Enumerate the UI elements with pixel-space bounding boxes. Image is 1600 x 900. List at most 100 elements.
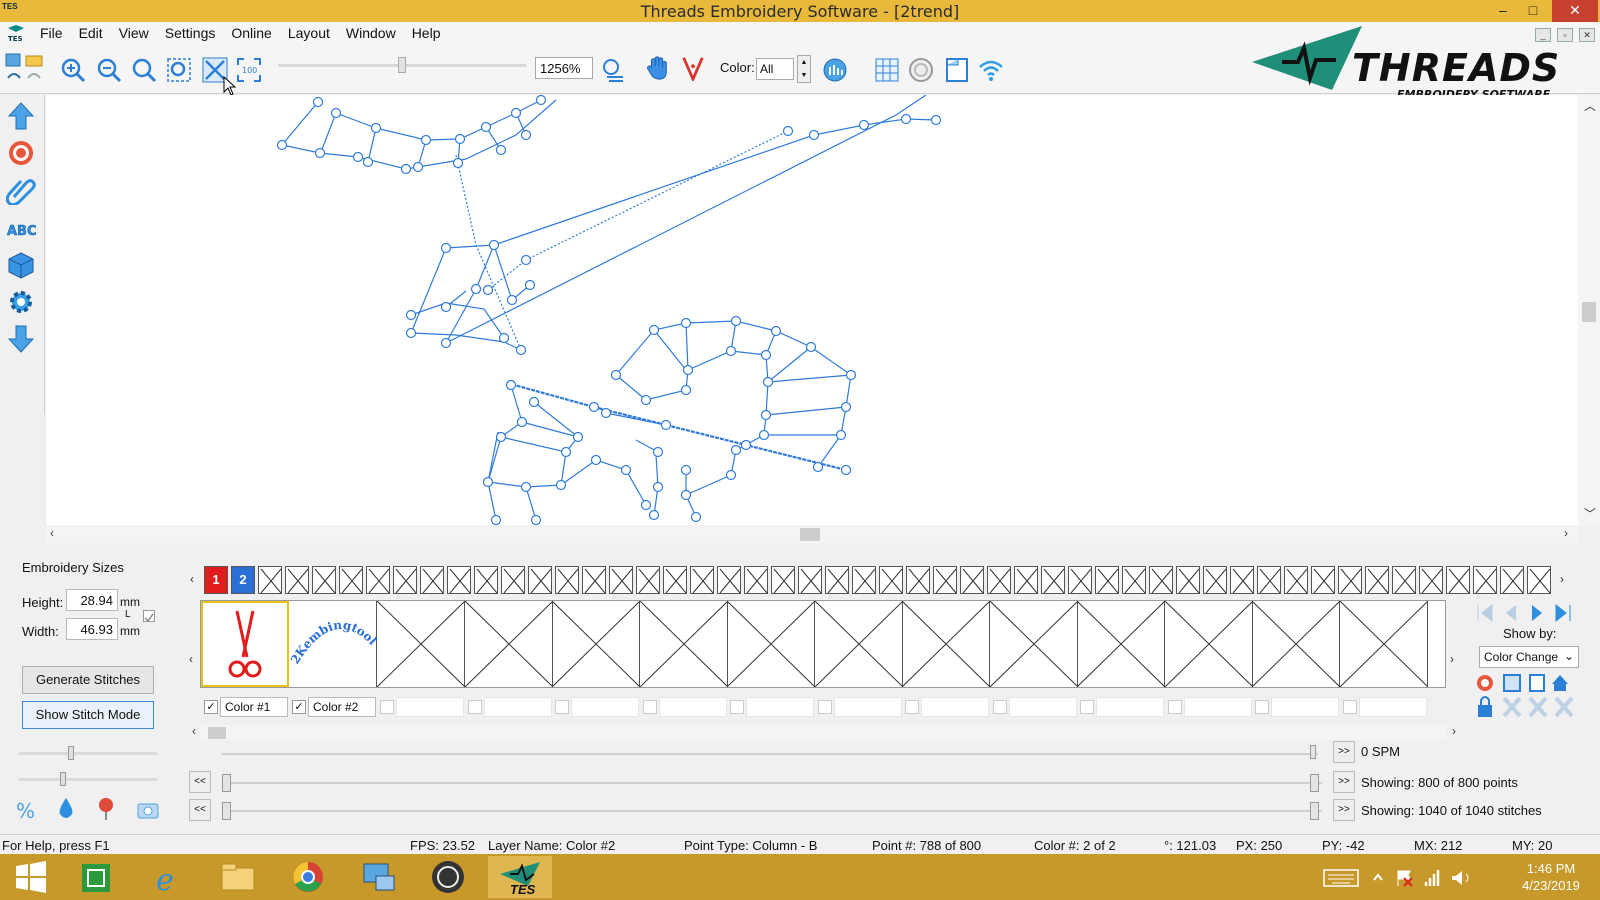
- empty-color-slot[interactable]: [825, 566, 849, 594]
- close-button[interactable]: ✕: [1552, 0, 1598, 22]
- zoom-value-field[interactable]: 1256%: [535, 57, 593, 79]
- keyboard-icon[interactable]: [1323, 869, 1359, 887]
- empty-color-slot[interactable]: [1068, 566, 1092, 594]
- empty-color-slot[interactable]: [906, 566, 930, 594]
- stitches-start-thumb[interactable]: [222, 802, 231, 820]
- stitch-point[interactable]: [454, 133, 466, 145]
- empty-color-slot[interactable]: [312, 566, 336, 594]
- volume-icon[interactable]: [1452, 871, 1469, 885]
- empty-slot-checkbox[interactable]: [1080, 700, 1094, 714]
- thumbs-left-arrow[interactable]: ‹: [189, 652, 193, 666]
- empty-slot-checkbox[interactable]: [380, 700, 394, 714]
- stitch-point[interactable]: [440, 301, 452, 313]
- stitch-point[interactable]: [845, 369, 857, 381]
- empty-color-slot[interactable]: [744, 566, 768, 594]
- stitches-end-thumb[interactable]: [1310, 802, 1319, 820]
- empty-slot-checkbox[interactable]: [1342, 700, 1357, 714]
- empty-color-slot[interactable]: [555, 566, 579, 594]
- stitch-point[interactable]: [530, 514, 542, 525]
- color-swatch-1[interactable]: 1: [204, 566, 228, 594]
- stitch-point[interactable]: [520, 129, 532, 141]
- empty-color-slot[interactable]: [717, 566, 741, 594]
- stitch-point[interactable]: [590, 454, 602, 466]
- windows-start-icon[interactable]: [0, 856, 64, 898]
- page-small-icon[interactable]: [1529, 674, 1545, 692]
- clip-icon[interactable]: [6, 175, 36, 205]
- points-forward-button[interactable]: >>: [1333, 771, 1355, 793]
- empty-color-slot[interactable]: [528, 566, 552, 594]
- stitch-point[interactable]: [516, 416, 528, 428]
- stitch-point[interactable]: [330, 107, 342, 119]
- empty-color-slot[interactable]: [285, 566, 309, 594]
- stitch-point[interactable]: [572, 431, 584, 443]
- empty-color-slot[interactable]: [447, 566, 471, 594]
- stitch-point[interactable]: [528, 396, 540, 408]
- stitch-point[interactable]: [405, 327, 417, 339]
- stitch-point[interactable]: [412, 161, 424, 173]
- speed-track[interactable]: [222, 753, 1318, 755]
- prev-icon[interactable]: [1506, 605, 1516, 621]
- menu-edit[interactable]: Edit: [71, 25, 111, 41]
- stitch-point[interactable]: [805, 341, 817, 353]
- stitch-point[interactable]: [600, 407, 612, 419]
- stitch-point[interactable]: [812, 461, 824, 473]
- stitch-point[interactable]: [495, 144, 507, 156]
- menu-file[interactable]: File: [32, 25, 71, 41]
- stitch-point[interactable]: [762, 376, 774, 388]
- empty-slot-checkbox[interactable]: [467, 700, 482, 714]
- empty-color-slot[interactable]: [1203, 566, 1227, 594]
- strip-left-arrow[interactable]: ‹: [190, 572, 194, 586]
- stitch-point[interactable]: [680, 317, 692, 329]
- strip-right-arrow[interactable]: ›: [1560, 572, 1564, 586]
- stitch-point[interactable]: [510, 107, 522, 119]
- last-icon[interactable]: [1555, 603, 1571, 623]
- canvas-horizontal-scrollbar[interactable]: ‹ ›: [46, 525, 1578, 543]
- shapes-icon[interactable]: [1552, 675, 1568, 691]
- stitches-forward-button[interactable]: >>: [1333, 799, 1355, 821]
- empty-color-slot[interactable]: [1122, 566, 1146, 594]
- empty-thumbnail-slot[interactable]: [726, 600, 816, 688]
- points-end-thumb[interactable]: [1310, 774, 1319, 792]
- stitch-point[interactable]: [452, 157, 464, 169]
- signal-icon[interactable]: [1424, 870, 1440, 886]
- empty-thumbnail-slot[interactable]: [989, 600, 1078, 688]
- stitch-point[interactable]: [660, 419, 672, 431]
- menu-help[interactable]: Help: [404, 25, 449, 41]
- maximize-button[interactable]: □: [1518, 0, 1548, 22]
- stitch-point[interactable]: [276, 139, 288, 151]
- stitch-point[interactable]: [680, 489, 692, 501]
- show-by-select[interactable]: Color Change ⌄: [1479, 646, 1579, 668]
- empty-color-slot[interactable]: [1095, 566, 1119, 594]
- empty-thumbnail-slot[interactable]: [376, 600, 466, 688]
- menu-window[interactable]: Window: [338, 25, 404, 41]
- empty-thumbnail-slot[interactable]: [464, 600, 553, 688]
- grid-icon[interactable]: [874, 57, 900, 83]
- stitch-point[interactable]: [480, 121, 492, 133]
- density-slider[interactable]: [18, 752, 158, 755]
- minimize-button[interactable]: –: [1488, 0, 1518, 22]
- wifi-icon[interactable]: [978, 57, 1004, 83]
- delete-3-icon[interactable]: [1554, 696, 1574, 718]
- empty-color-slot[interactable]: [771, 566, 795, 594]
- tray-expand-icon[interactable]: [1373, 873, 1383, 881]
- empty-slot-checkbox[interactable]: [817, 700, 832, 714]
- stitch-point[interactable]: [370, 122, 382, 134]
- empty-thumbnail-slot[interactable]: [1339, 600, 1428, 688]
- empty-color-slot[interactable]: [1392, 566, 1416, 594]
- color-swatch-2[interactable]: 2: [231, 566, 255, 594]
- points-back-button[interactable]: <<: [189, 771, 211, 793]
- empty-color-slot[interactable]: [366, 566, 390, 594]
- empty-color-slot[interactable]: [1338, 566, 1362, 594]
- color-2-checkbox[interactable]: ✓: [292, 700, 306, 714]
- hand-icon[interactable]: [645, 55, 671, 81]
- thumbnail-color-1[interactable]: [201, 601, 289, 687]
- empty-thumbnail-slot[interactable]: [1076, 600, 1166, 688]
- empty-color-slot[interactable]: [339, 566, 363, 594]
- stitch-point[interactable]: [440, 242, 452, 254]
- pin-icon[interactable]: [96, 796, 116, 822]
- empty-color-slot[interactable]: [1014, 566, 1038, 594]
- stitch-point[interactable]: [362, 156, 374, 168]
- thumbs-scroll-thumb[interactable]: [208, 727, 226, 739]
- stitch-point[interactable]: [640, 394, 652, 406]
- empty-color-slot[interactable]: [258, 566, 282, 594]
